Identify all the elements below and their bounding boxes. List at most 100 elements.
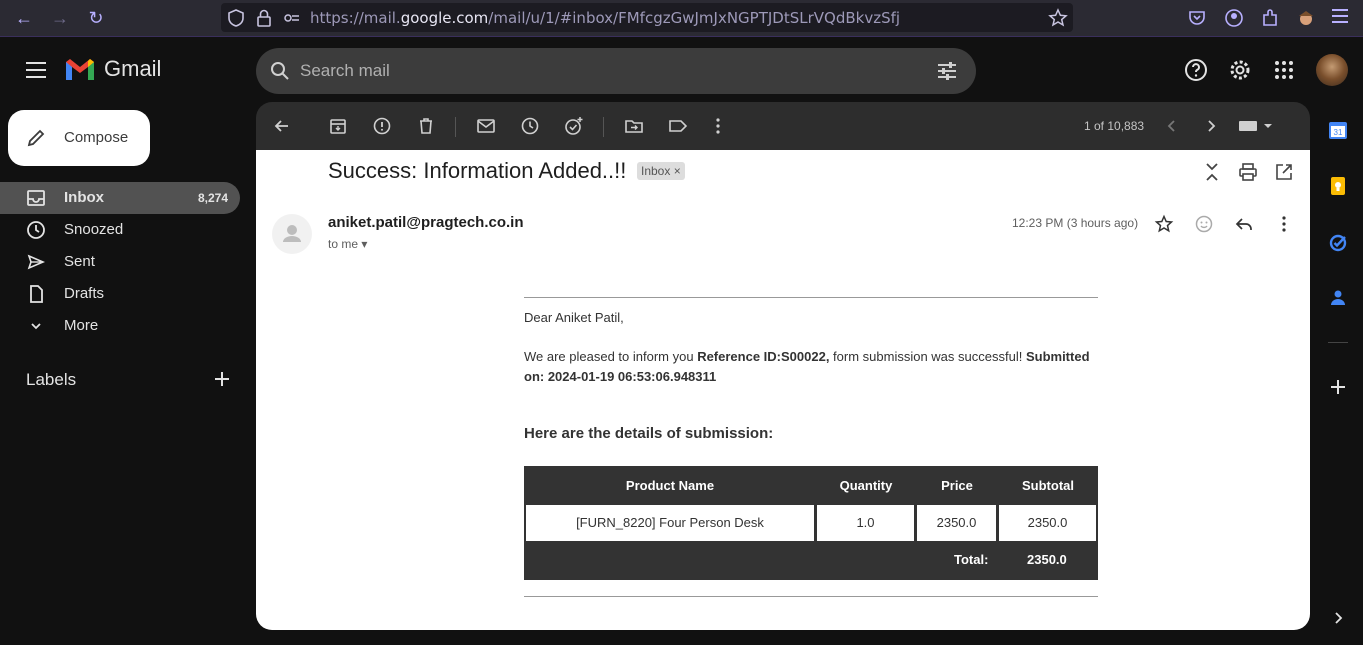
- extensions-icon[interactable]: [1259, 7, 1281, 29]
- get-addons-plus-icon[interactable]: [1328, 377, 1348, 397]
- calendar-icon[interactable]: 31: [1328, 120, 1348, 140]
- recipients-toggle[interactable]: to me ▾: [328, 237, 367, 251]
- top-divider: [524, 297, 1098, 298]
- table-header: Product Name: [625, 478, 715, 493]
- confirmation-paragraph: We are pleased to inform you Reference I…: [524, 349, 1090, 384]
- add-label-icon[interactable]: [212, 369, 232, 389]
- toolbar-divider: [603, 117, 604, 137]
- sidebar-item-drafts[interactable]: Drafts: [0, 278, 240, 310]
- address-bar[interactable]: https://mail.google.com/mail/u/1/#inbox/…: [221, 3, 1073, 32]
- inbox-count: 8,274: [197, 191, 228, 205]
- sender-avatar[interactable]: [272, 214, 312, 254]
- sidebar-item-label: Inbox: [64, 189, 104, 206]
- total-label: Total:: [954, 552, 989, 567]
- bottom-divider: [524, 596, 1098, 597]
- pocket-icon[interactable]: [1186, 7, 1208, 29]
- chevron-down-icon: [31, 323, 41, 330]
- lock-icon: [257, 9, 271, 27]
- archive-icon[interactable]: [328, 116, 348, 136]
- recipients-label: to me: [328, 237, 359, 251]
- search-options-icon[interactable]: [937, 61, 957, 81]
- search-bar[interactable]: Search mail: [256, 48, 976, 94]
- tasks-icon[interactable]: [1328, 232, 1348, 252]
- main-menu-icon[interactable]: [26, 62, 46, 78]
- table-header: Subtotal: [1022, 478, 1074, 493]
- apps-grid-icon[interactable]: [1272, 58, 1296, 82]
- details-heading: Here are the details of submission:: [524, 425, 774, 442]
- star-icon[interactable]: [1154, 214, 1174, 234]
- url-text: https://mail.google.com/mail/u/1/#inbox/…: [310, 9, 901, 27]
- back-to-inbox-icon[interactable]: [272, 116, 292, 136]
- profile-extension-icon[interactable]: [1295, 7, 1317, 29]
- newer-chevron-left-icon[interactable]: [1162, 116, 1182, 136]
- keep-icon[interactable]: [1328, 176, 1348, 196]
- open-new-window-icon[interactable]: [1274, 162, 1294, 182]
- inbox-icon: [27, 190, 45, 206]
- older-chevron-right-icon[interactable]: [1201, 116, 1221, 136]
- settings-gear-icon[interactable]: [1228, 58, 1252, 82]
- table-cell: 1.0: [817, 505, 914, 541]
- sidebar-item-snoozed[interactable]: Snoozed: [0, 214, 240, 246]
- default-person-icon: [283, 225, 301, 242]
- delete-trash-icon[interactable]: [416, 116, 436, 136]
- rail-divider: [1328, 342, 1348, 343]
- message-body: Dear Aniket Patil, We are pleased to inf…: [524, 308, 1098, 387]
- table-header: Quantity: [839, 478, 893, 493]
- inbox-label-chip[interactable]: Inbox ×: [637, 162, 685, 180]
- toolbar-divider: [455, 117, 456, 137]
- table-header: Price: [941, 478, 973, 493]
- table-cell: [FURN_8220] Four Person Desk: [526, 505, 814, 541]
- clock-icon: [27, 221, 45, 239]
- sidebar-item-sent[interactable]: Sent: [0, 246, 240, 278]
- bookmark-star-icon[interactable]: [1047, 7, 1069, 29]
- collapse-all-icon[interactable]: [1202, 162, 1222, 182]
- side-panel-rail: 31: [1316, 102, 1362, 642]
- pencil-icon: [27, 129, 45, 147]
- mark-unread-icon[interactable]: [476, 116, 496, 136]
- report-spam-icon[interactable]: [372, 116, 392, 136]
- sidebar-item-label: Sent: [64, 253, 95, 270]
- table-cell: 2350.0: [999, 505, 1096, 541]
- submission-table: Product Name Quantity Price Subtotal [FU…: [524, 466, 1098, 580]
- compose-label: Compose: [64, 129, 129, 146]
- sidebar-item-label: More: [64, 317, 99, 334]
- message-pager: 1 of 10,883: [1084, 119, 1145, 133]
- labels-heading: Labels: [26, 370, 77, 389]
- expand-side-panel-chevron-icon[interactable]: [1328, 608, 1348, 628]
- print-icon[interactable]: [1238, 162, 1258, 182]
- move-to-folder-icon[interactable]: [624, 116, 644, 136]
- message-view: Success: Information Added..!! Inbox × a…: [256, 150, 1310, 630]
- emoji-reaction-icon[interactable]: [1194, 214, 1214, 234]
- message-subject: Success: Information Added..!!: [328, 158, 627, 183]
- search-icon[interactable]: [270, 61, 290, 81]
- site-permissions-icon[interactable]: [281, 7, 303, 29]
- input-tools-keyboard-icon[interactable]: [1238, 116, 1274, 136]
- sidebar-item-inbox[interactable]: Inbox 8,274: [0, 182, 240, 214]
- message-more-icon[interactable]: [1274, 214, 1294, 234]
- send-icon: [27, 254, 46, 270]
- help-icon[interactable]: [1184, 58, 1208, 82]
- back-arrow-icon[interactable]: ←: [12, 6, 36, 30]
- account-avatar[interactable]: [1316, 54, 1348, 86]
- browser-toolbar: ← → ↻ https://mail.google.com/mail/u/1/#…: [0, 0, 1363, 37]
- add-to-tasks-icon[interactable]: [564, 116, 584, 136]
- compose-button[interactable]: Compose: [8, 110, 150, 166]
- account-icon[interactable]: [1223, 7, 1245, 29]
- total-value: 2350.0: [1027, 552, 1067, 567]
- more-vertical-icon[interactable]: [708, 116, 728, 136]
- forward-arrow-icon[interactable]: →: [48, 6, 72, 30]
- greeting: Dear Aniket Patil,: [524, 310, 624, 325]
- sender-email[interactable]: aniket.patil@pragtech.co.in: [328, 214, 524, 231]
- reply-icon[interactable]: [1234, 214, 1254, 234]
- contacts-icon[interactable]: [1328, 288, 1348, 308]
- reload-icon[interactable]: ↻: [84, 6, 108, 30]
- label-tag-icon[interactable]: [668, 116, 688, 136]
- remove-label-icon[interactable]: ×: [674, 164, 681, 178]
- table-cell: 2350.0: [917, 505, 996, 541]
- app-name: Gmail: [104, 56, 162, 81]
- snooze-clock-icon[interactable]: [520, 116, 540, 136]
- sidebar-item-more[interactable]: More: [0, 310, 240, 342]
- menu-icon[interactable]: [1332, 9, 1348, 31]
- gmail-logo[interactable]: Gmail: [64, 56, 161, 82]
- search-input[interactable]: Search mail: [300, 61, 390, 81]
